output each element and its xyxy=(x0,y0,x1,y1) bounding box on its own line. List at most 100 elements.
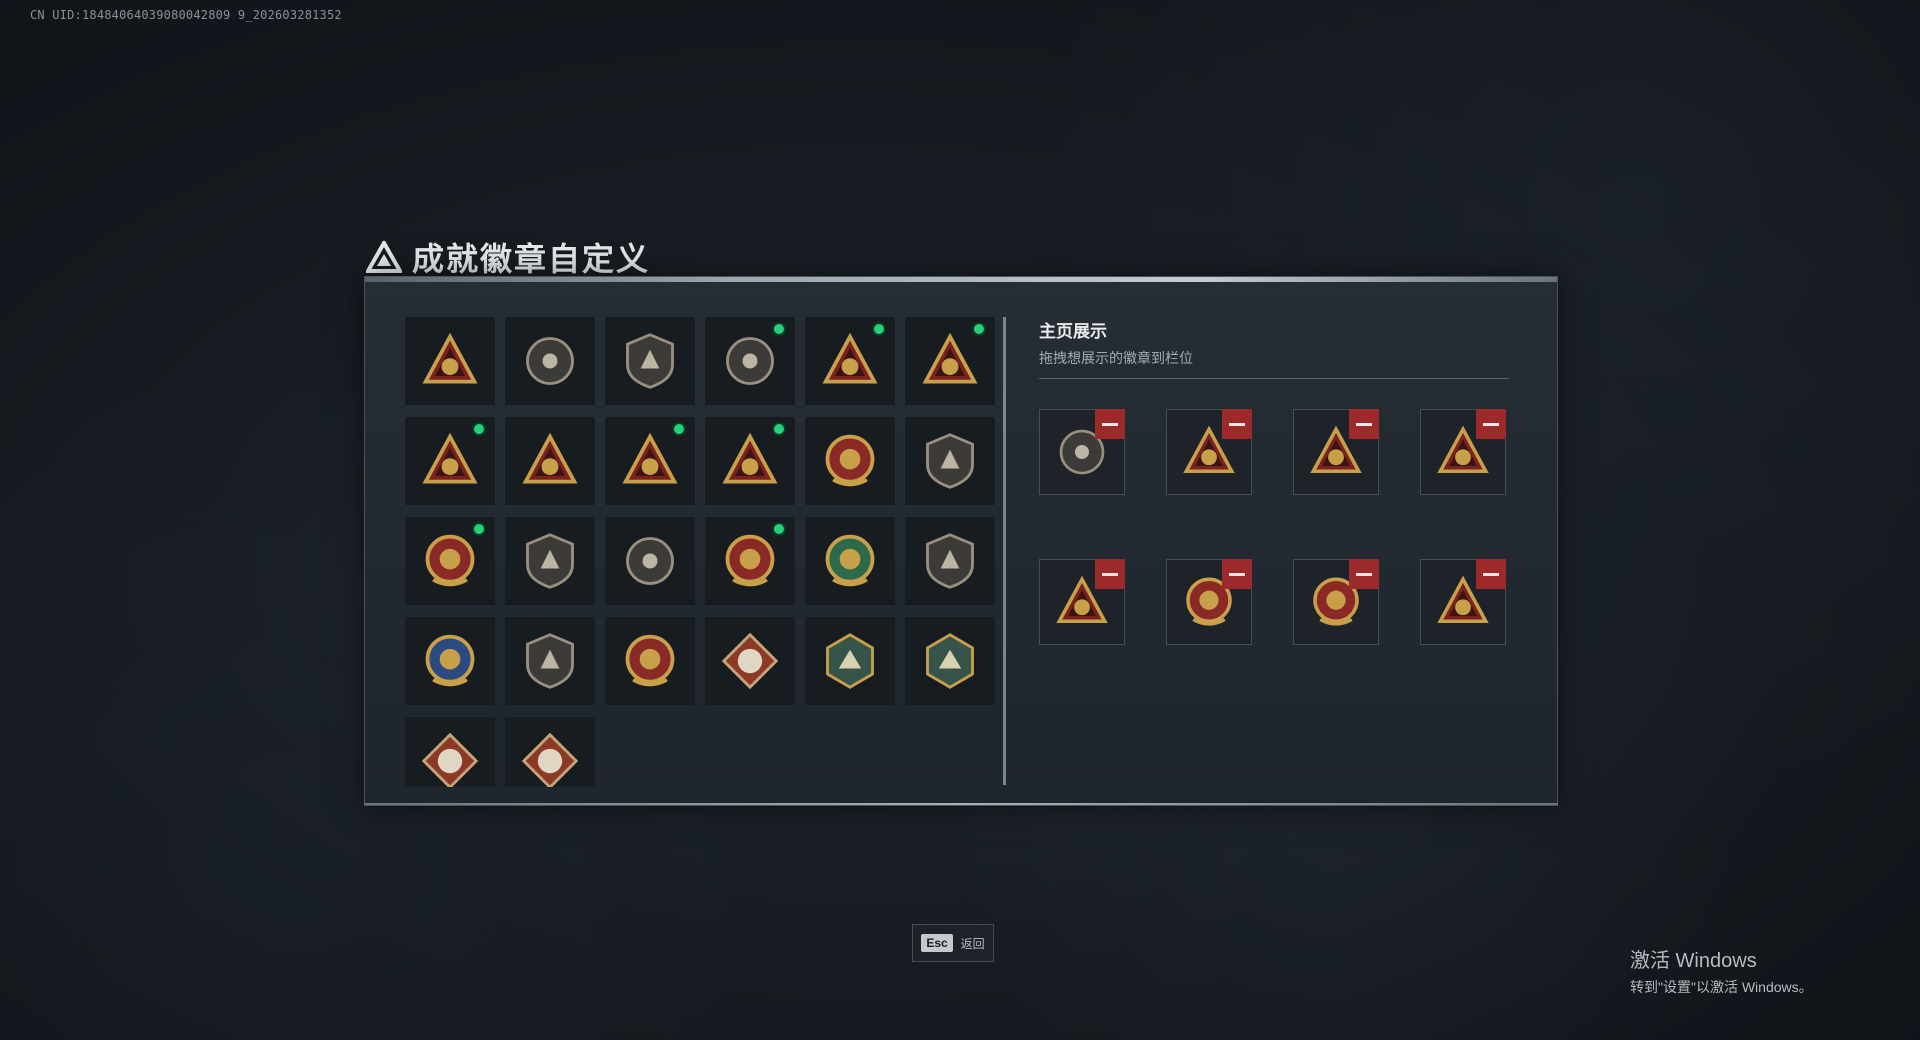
showcase-slots xyxy=(1039,409,1506,645)
badge-cell[interactable] xyxy=(705,317,795,405)
badge-cell[interactable] xyxy=(505,517,595,605)
badge-grid xyxy=(405,317,995,787)
window-header: 成就徽章自定义 xyxy=(366,234,650,280)
badge-cell[interactable] xyxy=(905,617,995,705)
badge-cell[interactable] xyxy=(605,417,695,505)
badge-cell[interactable] xyxy=(505,617,595,705)
wolf-diamond-icon xyxy=(720,631,780,691)
watermark-line2: 转到"设置"以激活 Windows。 xyxy=(1630,979,1813,995)
showcase-slot[interactable] xyxy=(1039,409,1125,495)
remove-badge-button[interactable] xyxy=(1349,559,1379,589)
delta-logo-icon xyxy=(366,241,402,273)
trophy-triangle-icon xyxy=(920,331,980,391)
dragon-diamond-icon xyxy=(420,731,480,787)
scrollbar[interactable] xyxy=(1003,317,1006,785)
badge-cell[interactable] xyxy=(505,717,595,787)
number-one-triangle-icon xyxy=(520,431,580,491)
minus-icon xyxy=(1483,422,1499,426)
remove-badge-button[interactable] xyxy=(1222,559,1252,589)
new-indicator-dot xyxy=(872,322,886,336)
badge-cell[interactable] xyxy=(805,617,895,705)
showcase-slot[interactable] xyxy=(1166,559,1252,645)
remove-badge-button[interactable] xyxy=(1095,409,1125,439)
remove-badge-button[interactable] xyxy=(1476,409,1506,439)
showcase-slot[interactable] xyxy=(1039,559,1125,645)
badge-cell[interactable] xyxy=(405,717,495,787)
new-indicator-dot xyxy=(772,322,786,336)
crossed-rifles-emblem-icon xyxy=(620,631,680,691)
watermark-line1: 激活 Windows xyxy=(1630,950,1757,972)
badge-cell[interactable] xyxy=(405,417,495,505)
minus-icon xyxy=(1356,572,1372,576)
uid-label: CN UID:18484064039080042809 9_2026032813… xyxy=(30,8,342,22)
badge-cell[interactable] xyxy=(905,317,995,405)
new-indicator-dot xyxy=(672,422,686,436)
helicopter-icon xyxy=(520,331,580,391)
badge-cell[interactable] xyxy=(705,517,795,605)
back-button[interactable]: Esc 返回 xyxy=(912,924,994,962)
tools-hex-icon xyxy=(920,631,980,691)
crosshair-icon xyxy=(620,531,680,591)
shield-triangle-icon xyxy=(420,331,480,391)
remove-badge-button[interactable] xyxy=(1095,559,1125,589)
minus-icon xyxy=(1102,572,1118,576)
panel-bottom-line xyxy=(364,803,1558,805)
showcase-slot[interactable] xyxy=(1293,559,1379,645)
gem-shield-icon xyxy=(520,531,580,591)
money-bag-55-icon xyxy=(720,331,780,391)
badge-cell[interactable] xyxy=(405,317,495,405)
down-arrow-shield-icon xyxy=(920,431,980,491)
minus-icon xyxy=(1102,422,1118,426)
showcase-slot[interactable] xyxy=(1166,409,1252,495)
minus-icon xyxy=(1229,572,1245,576)
new-indicator-dot xyxy=(472,422,486,436)
minus-icon xyxy=(1229,422,1245,426)
badge-cell[interactable] xyxy=(905,517,995,605)
star-crest-shield-icon xyxy=(420,531,480,591)
sniper-crest-icon xyxy=(420,631,480,691)
flower-emblem-icon xyxy=(720,531,780,591)
badge-cell[interactable] xyxy=(605,617,695,705)
page-title: 成就徽章自定义 xyxy=(412,240,651,278)
showcase-section: 主页展示 拖拽想展示的徽章到栏位 xyxy=(1039,317,1509,379)
dragonfly-hex-icon xyxy=(820,631,880,691)
new-indicator-dot xyxy=(972,322,986,336)
hand-coins-triangle-icon xyxy=(420,431,480,491)
badge-cell[interactable] xyxy=(705,417,795,505)
remove-badge-button[interactable] xyxy=(1476,559,1506,589)
badge-cell[interactable] xyxy=(405,617,495,705)
remove-badge-button[interactable] xyxy=(1349,409,1379,439)
new-indicator-dot xyxy=(772,422,786,436)
back-label: 返回 xyxy=(960,936,985,951)
showcase-subtitle: 拖拽想展示的徽章到栏位 xyxy=(1039,350,1193,366)
badge-cell[interactable] xyxy=(805,417,895,505)
star-emblem-icon xyxy=(820,431,880,491)
medal-triangle-icon xyxy=(820,331,880,391)
showcase-title: 主页展示 xyxy=(1039,322,1107,341)
badge-cell[interactable] xyxy=(805,317,895,405)
runner-diamond-icon xyxy=(520,731,580,787)
showcase-slot[interactable] xyxy=(1420,409,1506,495)
showcase-divider xyxy=(1039,378,1509,379)
windows-activation-watermark: 激活 Windows 转到"设置"以激活 Windows。 xyxy=(1630,944,1813,997)
tank-emblem-icon xyxy=(820,531,880,591)
new-indicator-dot xyxy=(472,522,486,536)
crossed-rifle-shield-icon xyxy=(920,531,980,591)
badge-cell[interactable] xyxy=(905,417,995,505)
new-indicator-dot xyxy=(772,522,786,536)
badge-cell[interactable] xyxy=(605,517,695,605)
rifle-crossed-shield-icon xyxy=(520,631,580,691)
usb-drive-triangle-icon xyxy=(620,431,680,491)
esc-key-icon: Esc xyxy=(921,934,953,952)
badge-cell[interactable] xyxy=(805,517,895,605)
showcase-slot[interactable] xyxy=(1420,559,1506,645)
badge-cell[interactable] xyxy=(705,617,795,705)
badge-cell[interactable] xyxy=(505,317,595,405)
soldier-squad-triangle-icon xyxy=(720,431,780,491)
minus-icon xyxy=(1483,572,1499,576)
badge-cell[interactable] xyxy=(405,517,495,605)
badge-cell[interactable] xyxy=(605,317,695,405)
badge-cell[interactable] xyxy=(505,417,595,505)
showcase-slot[interactable] xyxy=(1293,409,1379,495)
remove-badge-button[interactable] xyxy=(1222,409,1252,439)
